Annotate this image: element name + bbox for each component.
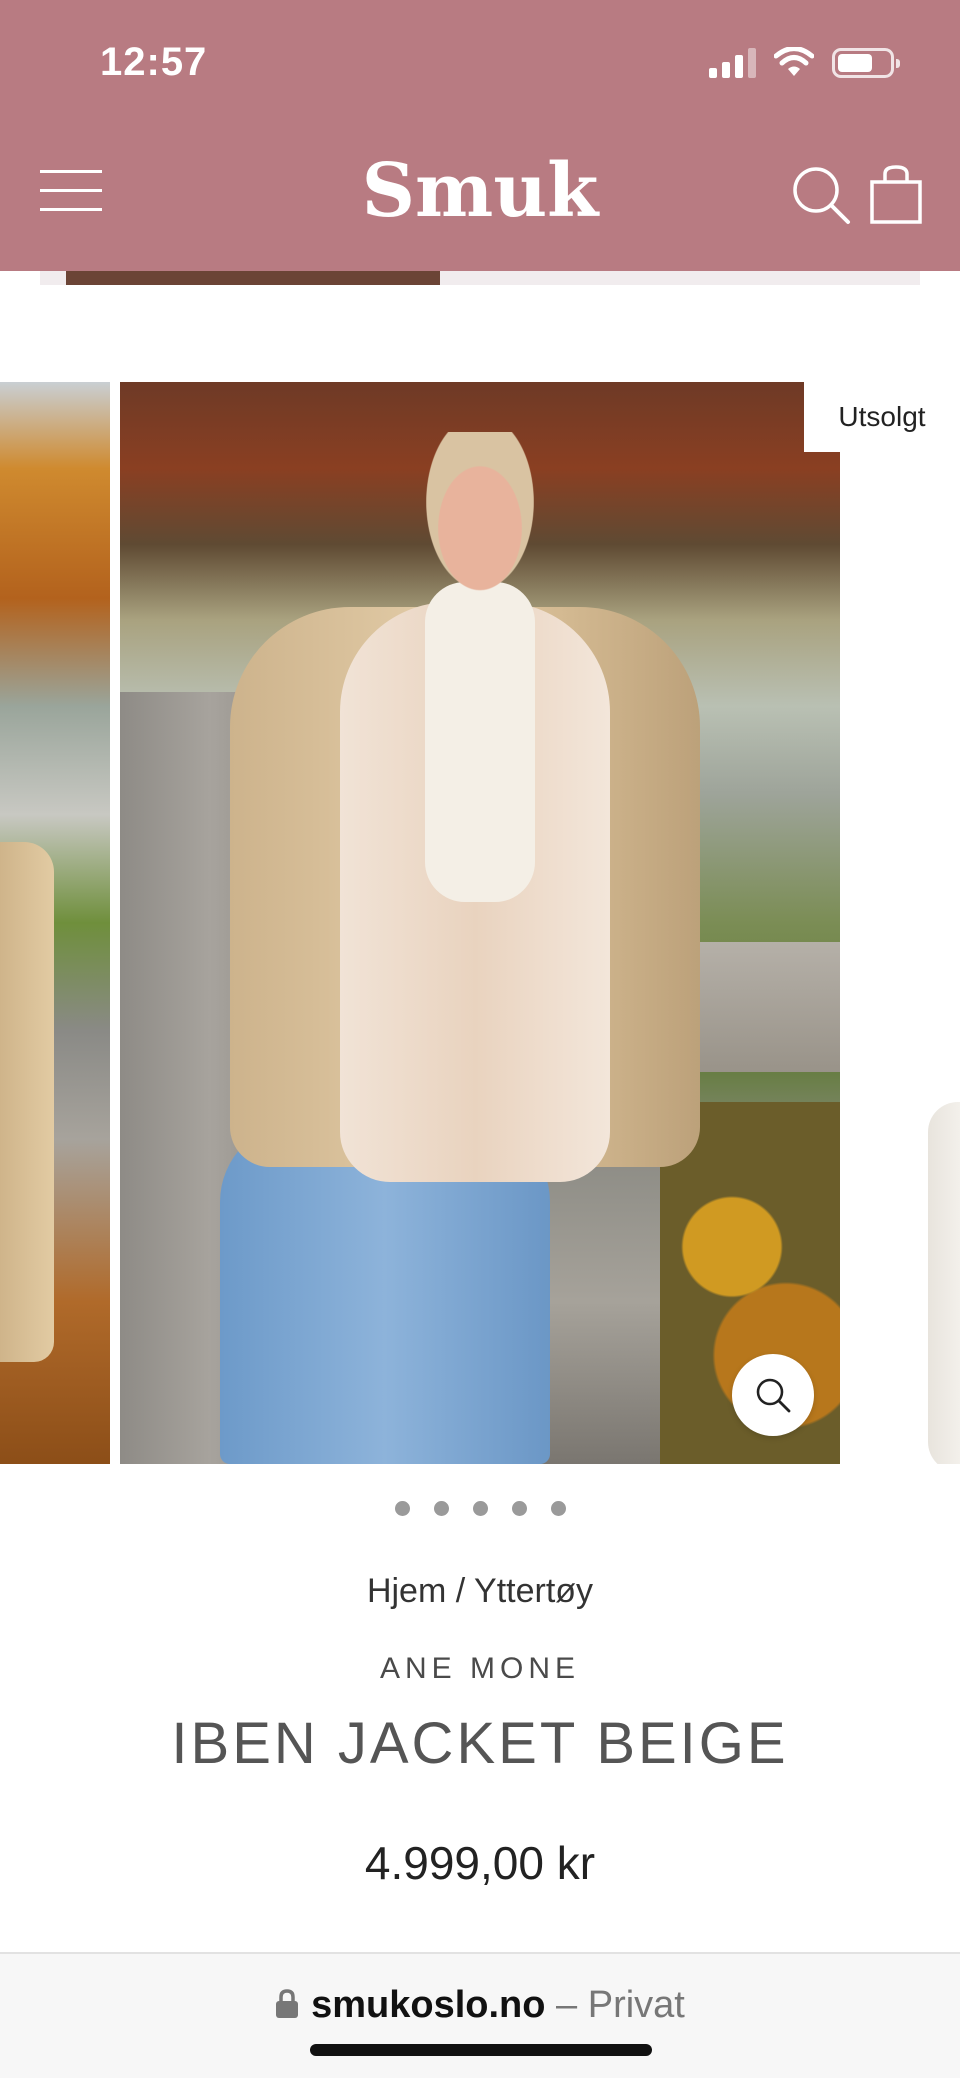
battery-icon bbox=[832, 48, 900, 78]
shopping-bag-icon[interactable] bbox=[868, 164, 924, 226]
status-icons bbox=[709, 46, 900, 80]
gallery-pagination bbox=[0, 1501, 960, 1516]
previous-section-image-edge bbox=[66, 271, 440, 285]
url-display[interactable]: smukoslo.no – Privat bbox=[0, 1984, 960, 2027]
browser-address-bar[interactable]: smukoslo.no – Privat bbox=[0, 1952, 960, 2078]
site-header: 12:57 Smuk bbox=[0, 0, 960, 271]
search-icon[interactable] bbox=[790, 164, 852, 226]
browsing-mode-label: Privat bbox=[587, 1984, 685, 2026]
home-indicator[interactable] bbox=[310, 2044, 652, 2056]
gallery-dot-4[interactable] bbox=[511, 1501, 527, 1516]
image-model-sweater bbox=[425, 582, 535, 902]
url-domain: smukoslo.no bbox=[311, 1984, 546, 2026]
gallery-dot-1[interactable] bbox=[394, 1501, 410, 1516]
gallery-previous-image[interactable] bbox=[0, 382, 110, 1464]
product-title: IBEN JACKET BEIGE bbox=[171, 1711, 789, 1776]
hamburger-menu-icon[interactable] bbox=[40, 166, 102, 214]
sold-out-badge: Utsolgt bbox=[804, 382, 960, 452]
gallery-dot-2[interactable] bbox=[433, 1501, 449, 1516]
magnifier-icon bbox=[756, 1378, 791, 1413]
gallery-dot-3[interactable] bbox=[472, 1501, 488, 1516]
breadcrumb-category-link[interactable]: Yttertøy bbox=[474, 1572, 593, 1610]
breadcrumb-home-link[interactable]: Hjem bbox=[367, 1572, 446, 1610]
breadcrumb: Hjem / Yttertøy bbox=[0, 1572, 960, 1611]
cellular-signal-icon bbox=[709, 48, 756, 78]
breadcrumb-separator: / bbox=[446, 1572, 475, 1610]
product-gallery[interactable] bbox=[0, 382, 960, 1464]
product-price: 4.999,00 kr bbox=[364, 1837, 596, 1889]
image-model-head bbox=[415, 432, 545, 607]
wifi-icon bbox=[774, 47, 814, 76]
lock-icon bbox=[276, 1989, 299, 2018]
zoom-button[interactable] bbox=[732, 1354, 814, 1436]
status-time: 12:57 bbox=[100, 40, 208, 84]
url-separator: – bbox=[545, 1984, 588, 2026]
product-brand[interactable]: ANE MONE bbox=[0, 1652, 960, 1686]
gallery-next-image[interactable] bbox=[928, 1102, 960, 1464]
gallery-main-image[interactable] bbox=[120, 382, 840, 1464]
gallery-dot-5[interactable] bbox=[550, 1501, 566, 1516]
previous-image-coat bbox=[0, 842, 54, 1362]
